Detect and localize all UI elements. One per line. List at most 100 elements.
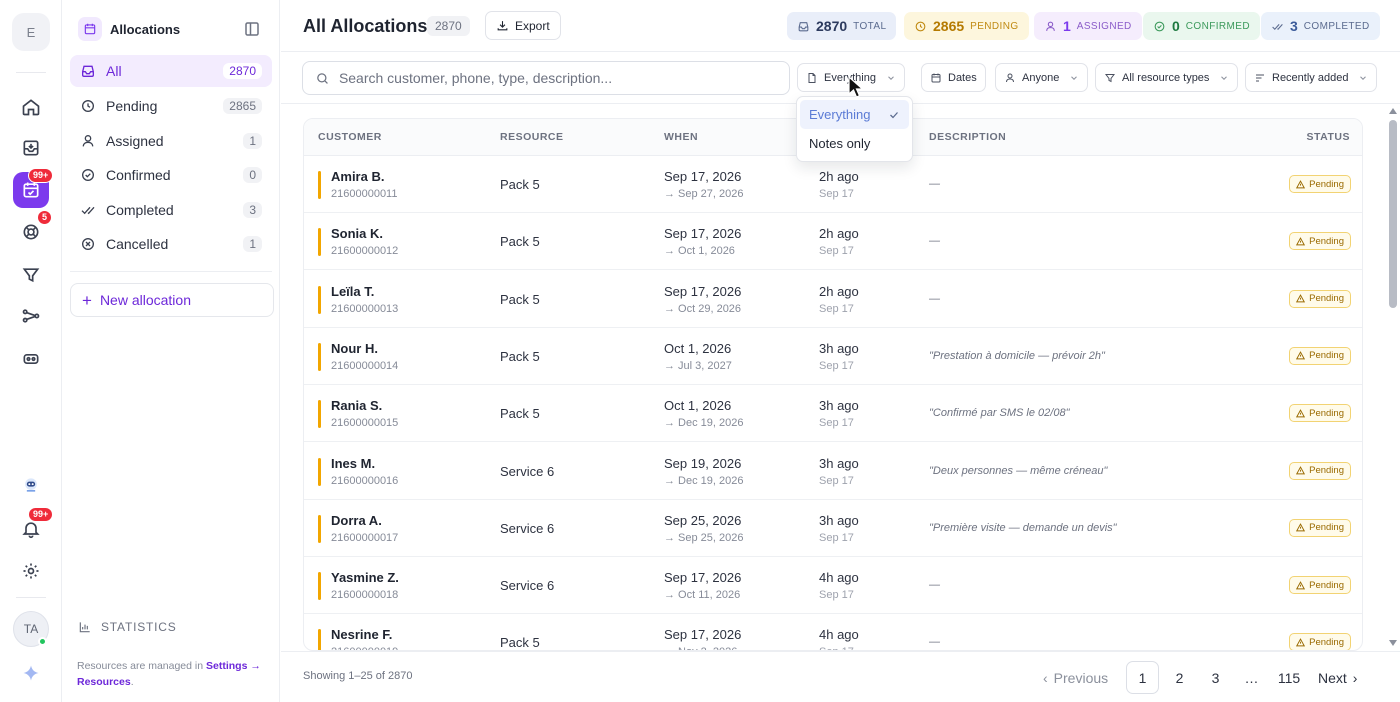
page-1-button[interactable]: 1 [1126,661,1159,694]
table-row[interactable]: Nesrine F.21600000019Pack 5Sep 17, 2026→… [304,614,1362,650]
sidebar-item-count: 1 [243,236,262,252]
page-115-button[interactable]: 115 [1271,661,1307,694]
sidebar-item-confirmed[interactable]: Confirmed 0 [70,159,272,191]
status-badge[interactable]: Pending [1289,461,1351,480]
sidebar-item-pending[interactable]: Pending 2865 [70,90,272,122]
customer-name[interactable]: Amira B. [331,169,384,184]
search-box[interactable] [302,61,790,95]
column-header-customer[interactable]: CUSTOMER [318,131,382,143]
when-start: Sep 25, 2026 [664,512,742,528]
scrollbar[interactable] [1386,104,1400,650]
sidebar-item-label: Confirmed [106,167,171,183]
status-badge[interactable]: Pending [1289,576,1351,595]
table-row[interactable]: Amira B. 21600000011 Pack 5 Sep 17, 2026 → S… [304,156,1362,213]
table-footer: Showing 1–25 of 2870 ‹ Previous 1 2 3 … … [281,651,1400,702]
resource-cell: Pack 5 [500,291,540,307]
sidebar-item-label: All [106,63,122,79]
column-header-resource[interactable]: RESOURCE [500,131,564,143]
customer-phone: 21600000011 [331,188,398,200]
stat-confirmed[interactable]: 0 CONFIRMED [1143,12,1260,40]
next-page-button[interactable]: Next › [1318,661,1357,694]
status-badge[interactable]: Pending [1289,175,1351,193]
allocations-sidebar: Allocations All 2870 Pending 2865 Assign… [62,0,280,702]
customer-name[interactable]: Rania S. [331,398,382,413]
team-icon[interactable] [13,341,49,377]
scroll-thumb[interactable] [1389,120,1397,308]
when-start: Sep 17, 2026 [664,226,742,242]
table-row[interactable]: Yasmine Z. 21600000018 Service 6 Sep 17, 20… [304,557,1362,615]
scope-option-label: Notes only [809,136,871,151]
user-icon [80,133,96,149]
table-row[interactable]: Ines M. 21600000016 Service 6 Sep 19, 2026 →… [304,443,1362,500]
sidebar-item-count: 2865 [223,98,262,114]
description-cell: — [929,178,940,190]
workspace-switcher[interactable]: E [12,13,50,51]
customer-name[interactable]: Sonia K. [331,226,383,241]
sort-dropdown[interactable]: Recently added [1245,63,1378,92]
status-badge[interactable]: Pending [1289,404,1351,423]
resource-type-filter-dropdown[interactable]: All resource types [1095,63,1239,92]
inbox-icon [798,21,809,31]
description-cell: "Première visite — demande un devis" [929,521,1117,534]
table-row[interactable]: Dorra A. 21600000017 Service 6 Sep 25, 2026… [304,500,1362,557]
inbox-icon[interactable] [13,130,49,166]
status-badge[interactable]: Pending [1289,232,1351,251]
customer-name[interactable]: Nesrine F. [331,627,392,642]
customer-name[interactable]: Nour H. [331,341,378,356]
stat-total-label: TOTAL [853,20,887,32]
dates-filter-button[interactable]: Dates [921,63,986,92]
table-row[interactable]: Nour H. 21600000014 Pack 5 Oct 1, 2026 → Jul… [304,328,1362,385]
table-row[interactable]: Leïla T. 21600000013 Pack 5 Sep 17, 2026 → O… [304,271,1362,328]
scope-option-everything[interactable]: Everything [800,100,909,129]
status-label: Pending [1309,522,1344,534]
stat-assigned[interactable]: 1 ASSIGNED [1034,12,1142,40]
sidebar-item-completed[interactable]: Completed 3 [70,194,272,226]
status-badge[interactable]: Pending [1289,633,1351,650]
stat-completed-value: 3 [1290,18,1298,34]
export-button[interactable]: Export [485,11,561,40]
stat-completed[interactable]: 3 COMPLETED [1261,12,1380,40]
status-badge[interactable]: Pending [1289,289,1351,308]
column-header-description[interactable]: DESCRIPTION [929,131,1006,143]
warning-triangle-icon [1296,179,1306,188]
customer-phone: 21600000016 [331,474,399,487]
column-header-when[interactable]: WHEN [664,131,698,143]
stat-total[interactable]: 2870 TOTAL [787,12,897,40]
status-badge[interactable]: Pending [1289,518,1351,537]
customer-name[interactable]: Leïla T. [331,284,374,299]
assignee-filter-dropdown[interactable]: Anyone [995,63,1089,92]
description-cell: — [929,235,940,248]
ai-sparkle-icon[interactable] [13,655,49,691]
collapse-sidebar-icon[interactable] [243,20,261,38]
settings-gear-icon[interactable] [13,553,49,589]
sidebar-item-cancelled[interactable]: Cancelled 1 [70,228,272,260]
page-2-button[interactable]: 2 [1163,661,1196,694]
resources-note: Resources are managed in Settings → Reso… [77,658,272,690]
stat-pending-value: 2865 [933,18,965,34]
assistant-bot-icon[interactable] [13,467,49,503]
icon-rail: E 99+ 5 99+ TA [0,0,62,702]
chevron-right-icon: › [1352,669,1358,686]
customer-name[interactable]: Dorra A. [331,513,382,528]
scope-option-notes-only[interactable]: Notes only [800,129,909,158]
home-icon[interactable] [13,89,49,125]
document-icon [808,72,816,83]
stat-pending[interactable]: 2865 PENDING [904,12,1029,40]
scroll-up-arrow-icon[interactable] [1389,108,1397,114]
customer-name[interactable]: Ines M. [331,456,375,471]
page-3-button[interactable]: 3 [1199,661,1232,694]
statistics-link[interactable]: STATISTICS [78,620,177,634]
sidebar-item-all[interactable]: All 2870 [70,55,272,87]
column-header-status[interactable]: STATUS [1307,131,1350,143]
filter-icon[interactable] [13,257,49,293]
scroll-down-arrow-icon[interactable] [1389,640,1397,646]
previous-page-button[interactable]: ‹ Previous [1043,661,1108,694]
status-badge[interactable]: Pending [1289,346,1351,365]
search-input[interactable] [338,70,777,86]
new-allocation-button[interactable]: + New allocation [70,283,274,317]
sidebar-item-assigned[interactable]: Assigned 1 [70,125,272,157]
workflow-icon[interactable] [13,298,49,334]
table-row[interactable]: Sonia K. 21600000012 Pack 5 Sep 17, 2026 → O… [304,213,1362,271]
table-row[interactable]: Rania S. 21600000015 Pack 5 Oct 1, 2026 → De… [304,385,1362,443]
customer-name[interactable]: Yasmine Z. [331,570,399,585]
